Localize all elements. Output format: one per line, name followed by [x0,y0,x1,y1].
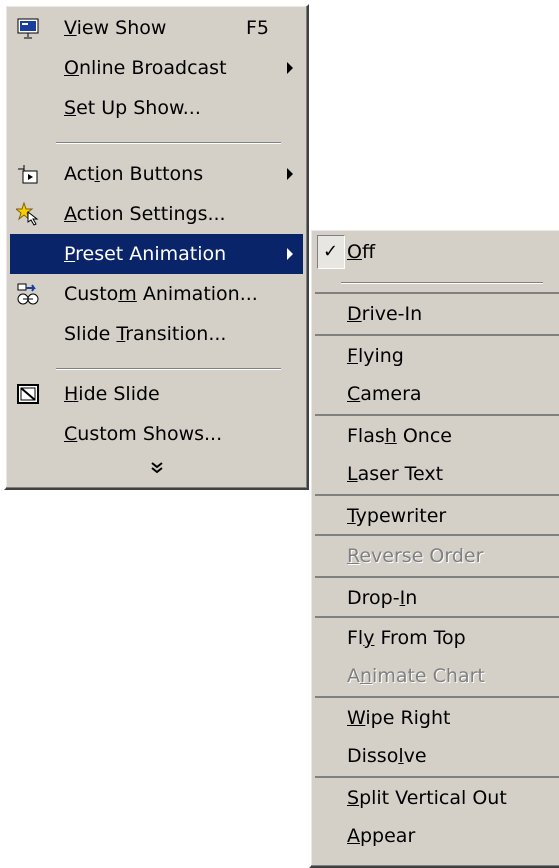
menu-separator [56,142,281,144]
submenu-item-reverse-order: Reverse Order [315,534,559,574]
custom-animation-icon [16,282,40,306]
menu-separator [341,282,543,284]
submenu-item-flying[interactable]: Flying [315,334,559,374]
submenu-item-appear[interactable]: Appear [315,816,559,856]
menu-item-online-broadcast[interactable]: Online Broadcast [10,48,303,88]
view-show-icon [16,16,40,40]
action-buttons-icon [16,162,40,186]
menu-item-custom-shows[interactable]: Custom Shows... [10,414,303,454]
submenu-item-split-vertical-out[interactable]: Split Vertical Out [315,776,559,816]
hide-slide-icon [16,382,40,406]
shortcut-label: F5 [246,17,270,39]
menu-item-slide-transition[interactable]: Slide Transition... [10,314,303,354]
menu-separator [56,368,281,370]
submenu-item-off[interactable]: ✓ Off [315,232,559,272]
submenu-item-wipe-right[interactable]: Wipe Right [315,696,559,736]
menu-item-set-up-show[interactable]: Set Up Show... [10,88,303,128]
menu-item-action-buttons[interactable]: Action Buttons [10,154,303,194]
submenu-item-dissolve[interactable]: Dissolve [315,736,559,776]
action-settings-icon [16,202,40,226]
submenu-item-fly-from-top[interactable]: Fly From Top [315,616,559,656]
submenu-item-camera[interactable]: Camera [315,374,559,414]
menu-item-hide-slide[interactable]: Hide Slide [10,374,303,414]
slide-show-menu: View Show F5 Online Broadcast Set Up Sho… [4,4,309,490]
submenu-item-animate-chart: Animate Chart [347,665,485,687]
submenu-item-laser-text[interactable]: Laser Text [315,454,559,494]
submenu-arrow-icon [287,168,293,180]
expand-menu-button[interactable] [10,452,303,486]
double-chevron-down-icon [10,458,303,482]
menu-item-action-settings[interactable]: Action Settings... [10,194,303,234]
submenu-item-drop-in[interactable]: Drop-In [315,576,559,616]
preset-animation-submenu: ✓ Off Drive-In Flying Camera Flash Once … [309,228,559,868]
menu-item-view-show[interactable]: View Show F5 [10,8,303,48]
submenu-item-drive-in[interactable]: Drive-In [315,292,559,332]
submenu-item-flash-once[interactable]: Flash Once [315,414,559,454]
menu-item-custom-animation[interactable]: Custom Animation... [10,274,303,314]
checkmark-icon: ✓ [323,241,339,262]
submenu-arrow-icon [287,248,293,260]
menu-item-preset-animation[interactable]: Preset Animation [10,234,303,274]
submenu-arrow-icon [287,62,293,74]
submenu-item-typewriter[interactable]: Typewriter [315,494,559,534]
